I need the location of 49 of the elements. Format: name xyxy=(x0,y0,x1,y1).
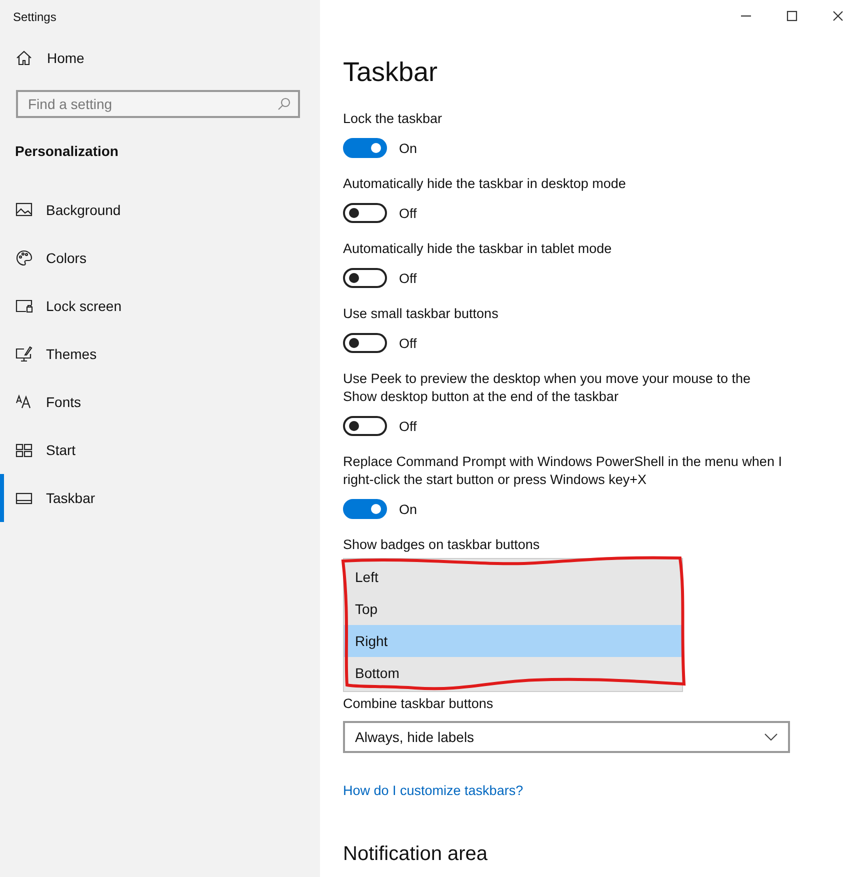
screen-lock-icon xyxy=(15,297,33,315)
home-link[interactable]: Home xyxy=(0,34,320,82)
search-field[interactable]: Find a setting xyxy=(16,90,300,118)
page-title: Taskbar xyxy=(343,56,439,89)
toggle-switch[interactable] xyxy=(343,333,387,353)
dropdown-option[interactable]: Top xyxy=(344,593,682,625)
themes-icon xyxy=(15,345,33,363)
search-icon xyxy=(277,97,291,111)
toggle-state: On xyxy=(399,502,418,516)
toggle-switch[interactable] xyxy=(343,499,387,519)
section-heading: Notification area xyxy=(343,842,489,867)
setting-label: Use Peek to preview the desktop when you move your mouse to the Show desktop button at the end of the taskbar xyxy=(343,370,752,406)
setting-label: Lock the taskbar xyxy=(343,110,444,128)
setting-label: Automatically hide the taskbar in tablet mode xyxy=(343,240,613,258)
image-icon xyxy=(15,201,33,219)
fonts-icon xyxy=(15,393,33,411)
toggle-state: On xyxy=(399,140,418,156)
start-icon xyxy=(15,441,33,459)
help-link[interactable]: How do I customize taskbars? xyxy=(343,782,524,800)
nav-item[interactable]: Themes xyxy=(0,330,320,378)
toggle-state: Off xyxy=(399,270,417,286)
dropdown[interactable]: Always, hide labels xyxy=(343,721,790,753)
window-title: Settings xyxy=(13,10,56,24)
toggle-switch[interactable] xyxy=(343,138,387,158)
palette-icon xyxy=(15,249,33,267)
toggle-switch[interactable] xyxy=(343,268,387,288)
home-icon xyxy=(15,49,33,67)
nav-item[interactable]: Background xyxy=(0,186,320,234)
setting-label: Use small taskbar buttons xyxy=(343,305,500,323)
toggle-state: Off xyxy=(399,206,417,220)
nav-item[interactable]: Colors xyxy=(0,234,320,282)
setting-label: Combine taskbar buttons xyxy=(343,695,494,713)
dropdown-option[interactable]: Left xyxy=(344,561,682,593)
setting-label: Automatically hide the taskbar in desktop mode xyxy=(343,175,627,193)
toggle-switch[interactable] xyxy=(343,416,387,436)
setting-label: Replace Command Prompt with Windows PowerShell in the menu when I right-click the start button or press Windows key+X xyxy=(343,453,783,489)
dropdown-option[interactable]: Right xyxy=(344,625,682,657)
nav-item[interactable]: Start xyxy=(0,426,320,474)
section-title: Personalization xyxy=(15,142,120,161)
nav-item[interactable]: Lock screen xyxy=(0,282,320,330)
close-icon[interactable] xyxy=(832,10,844,22)
nav-item[interactable]: Fonts xyxy=(0,378,320,426)
toggle-state: Off xyxy=(399,418,417,434)
dropdown-option[interactable]: Bottom xyxy=(344,657,682,689)
maximize-icon[interactable] xyxy=(786,10,798,22)
toggle-state: Off xyxy=(399,336,417,350)
chevron-down-icon xyxy=(764,733,778,741)
toggle-switch[interactable] xyxy=(343,203,387,223)
setting-label: Show badges on taskbar buttons xyxy=(343,536,541,554)
